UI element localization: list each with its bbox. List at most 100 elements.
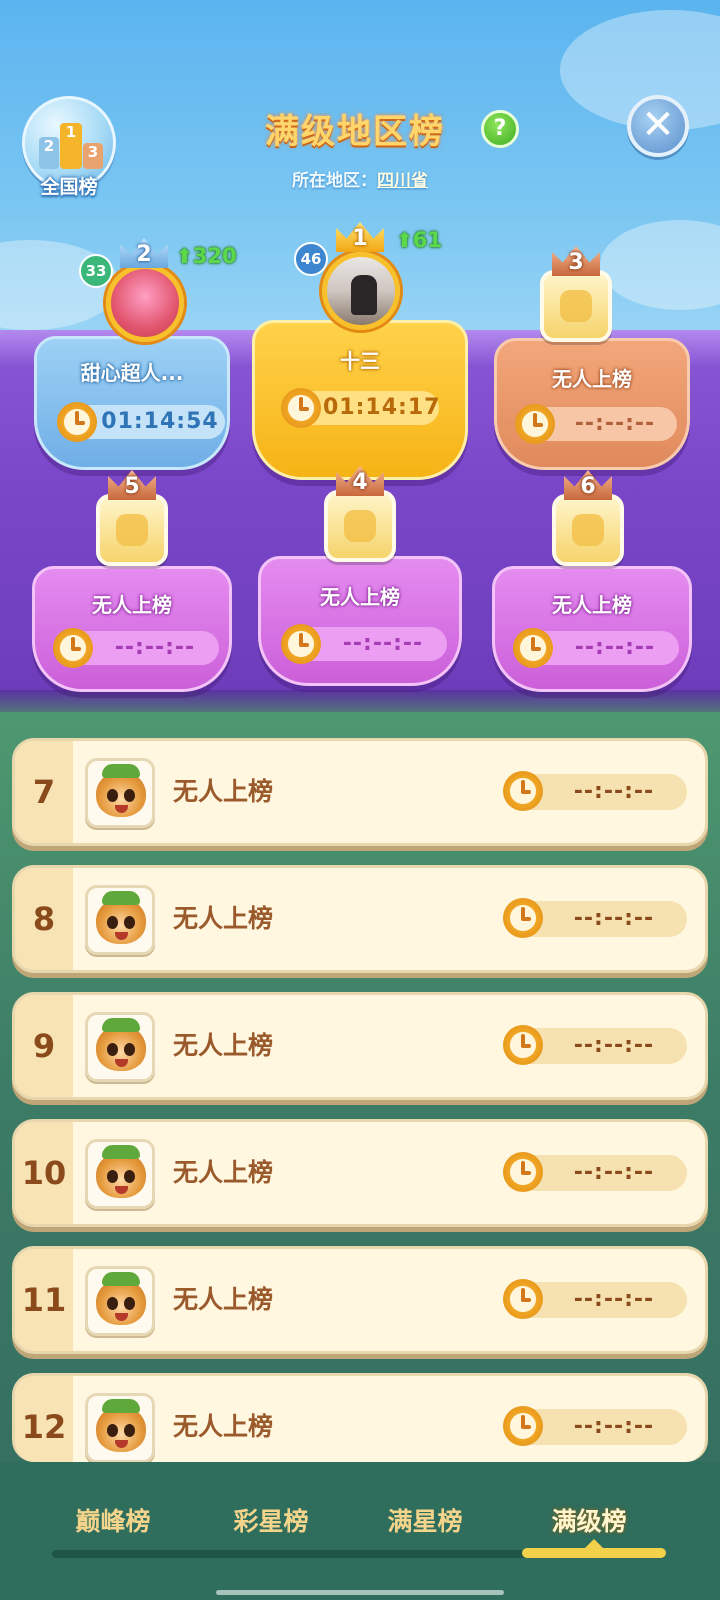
player-name: 无人上榜 xyxy=(320,585,400,609)
finish-time: --:--:-- xyxy=(574,411,656,436)
help-button[interactable]: ? xyxy=(481,110,519,148)
crown-icon: 6 xyxy=(560,460,616,500)
clock-icon xyxy=(515,404,555,444)
clock-icon xyxy=(503,771,543,811)
leaderboard-screen: 2 1 3 全国榜 满级地区榜 ? ✕ 所在地区：四川省 甜心超人... 01:… xyxy=(0,0,720,1600)
clock-icon xyxy=(503,1152,543,1192)
clock-icon xyxy=(503,1406,543,1446)
pet-avatar-icon xyxy=(85,1393,155,1462)
avatar[interactable] xyxy=(106,264,184,342)
rank-number: 10 xyxy=(21,1154,67,1192)
list-item[interactable]: 7 无人上榜 --:--:-- xyxy=(12,738,708,846)
page-title: 满级地区榜 xyxy=(265,112,445,152)
rank-number: 7 xyxy=(32,773,56,811)
rank-gain: ⬆61 xyxy=(396,228,442,252)
cat-placeholder-icon xyxy=(344,510,376,542)
cat-placeholder-icon xyxy=(116,514,148,546)
pet-avatar-icon xyxy=(85,885,155,955)
player-name: 无人上榜 xyxy=(173,1158,274,1187)
national-ranking-label: 全国榜 xyxy=(40,176,98,198)
region-link[interactable]: 四川省 xyxy=(377,171,428,191)
active-tab-indicator xyxy=(522,1539,666,1558)
player-name: 无人上榜 xyxy=(173,777,274,806)
crown-icon: 1 xyxy=(332,212,388,252)
player-name: 十三 xyxy=(340,349,380,373)
home-indicator[interactable] xyxy=(216,1590,504,1595)
rank-gain: ⬆320 xyxy=(176,244,237,268)
time-bar: --:--:-- xyxy=(281,624,447,664)
rank-number: 8 xyxy=(32,900,56,938)
time-bar: 01:14:54 xyxy=(57,402,225,442)
list-item[interactable]: 11 无人上榜 --:--:-- xyxy=(12,1246,708,1354)
finish-time: --:--:-- xyxy=(573,1033,655,1058)
up-arrow-icon: ⬆ xyxy=(176,244,193,268)
bottom-tab-bar: 巅峰榜 彩星榜 满星榜 满级榜 xyxy=(0,1462,720,1600)
finish-time: 01:14:54 xyxy=(101,409,219,434)
tab-full-star[interactable]: 满星榜 xyxy=(350,1502,500,1538)
level-badge: 46 xyxy=(294,242,328,276)
list-item[interactable]: 9 无人上榜 --:--:-- xyxy=(12,992,708,1100)
clock-icon xyxy=(281,388,321,428)
rank-number: 11 xyxy=(21,1281,67,1319)
empty-avatar-frame xyxy=(540,270,612,342)
podium-card-rank-3[interactable]: 无人上榜 --:--:-- xyxy=(494,338,690,470)
finish-time: --:--:-- xyxy=(574,635,656,660)
rank-number: 4 xyxy=(352,470,368,495)
time-bar: --:--:-- xyxy=(503,1025,687,1065)
time-bar: --:--:-- xyxy=(503,1406,687,1446)
up-arrow-icon: ⬆ xyxy=(396,228,413,252)
rank-number: 9 xyxy=(32,1027,56,1065)
podium-card-rank-2[interactable]: 甜心超人... 01:14:54 xyxy=(34,336,230,470)
rank-number: 3 xyxy=(568,250,584,275)
finish-time: --:--:-- xyxy=(573,1414,655,1439)
clock-icon xyxy=(57,402,97,442)
pet-avatar-icon xyxy=(85,1139,155,1209)
finish-time: --:--:-- xyxy=(573,1160,655,1185)
podium-card-rank-5[interactable]: 无人上榜 --:--:-- xyxy=(32,566,232,692)
finish-time: 01:14:17 xyxy=(323,395,441,420)
region-label: 所在地区： xyxy=(292,171,377,191)
crown-icon: 4 xyxy=(332,456,388,496)
list-item[interactable]: 10 无人上榜 --:--:-- xyxy=(12,1119,708,1227)
clock-icon xyxy=(281,624,321,664)
finish-time: --:--:-- xyxy=(573,1287,655,1312)
time-bar: --:--:-- xyxy=(503,1152,687,1192)
empty-avatar-frame xyxy=(96,494,168,566)
pet-avatar-icon xyxy=(85,758,155,828)
time-bar: --:--:-- xyxy=(513,628,679,668)
region-info: 所在地区：四川省 xyxy=(230,166,490,191)
player-name: 无人上榜 xyxy=(92,593,172,617)
podium-card-rank-4[interactable]: 无人上榜 --:--:-- xyxy=(258,556,462,686)
rank-number: 5 xyxy=(124,474,140,499)
close-button[interactable]: ✕ xyxy=(627,95,689,157)
tab-max-level[interactable]: 满级榜 xyxy=(514,1502,664,1538)
list-item[interactable]: 12 无人上榜 --:--:-- xyxy=(12,1373,708,1462)
list-item[interactable]: 8 无人上榜 --:--:-- xyxy=(12,865,708,973)
clock-icon xyxy=(503,1279,543,1319)
finish-time: --:--:-- xyxy=(342,631,424,656)
empty-avatar-frame xyxy=(552,494,624,566)
podium-card-rank-6[interactable]: 无人上榜 --:--:-- xyxy=(492,566,692,692)
crown-icon: 5 xyxy=(104,460,160,500)
player-name: 无人上榜 xyxy=(552,593,632,617)
clock-icon xyxy=(513,628,553,668)
tab-color-star[interactable]: 彩星榜 xyxy=(196,1502,346,1538)
national-ranking-button[interactable]: 2 1 3 全国榜 xyxy=(20,96,118,202)
cat-placeholder-icon xyxy=(572,514,604,546)
level-badge: 33 xyxy=(79,254,113,288)
tab-peak[interactable]: 巅峰榜 xyxy=(38,1502,188,1538)
cat-placeholder-icon xyxy=(560,290,592,322)
time-bar: --:--:-- xyxy=(503,1279,687,1319)
player-name: 无人上榜 xyxy=(173,1412,274,1441)
rank-number: 2 xyxy=(136,242,152,267)
rank-number: 6 xyxy=(580,474,596,499)
finish-time: --:--:-- xyxy=(573,906,655,931)
clock-icon xyxy=(503,1025,543,1065)
clock-icon xyxy=(53,628,93,668)
pet-avatar-icon xyxy=(85,1012,155,1082)
time-bar: --:--:-- xyxy=(503,771,687,811)
avatar[interactable] xyxy=(322,252,400,330)
time-bar: --:--:-- xyxy=(515,404,677,444)
rank-number: 12 xyxy=(21,1408,67,1446)
clock-icon xyxy=(503,898,543,938)
